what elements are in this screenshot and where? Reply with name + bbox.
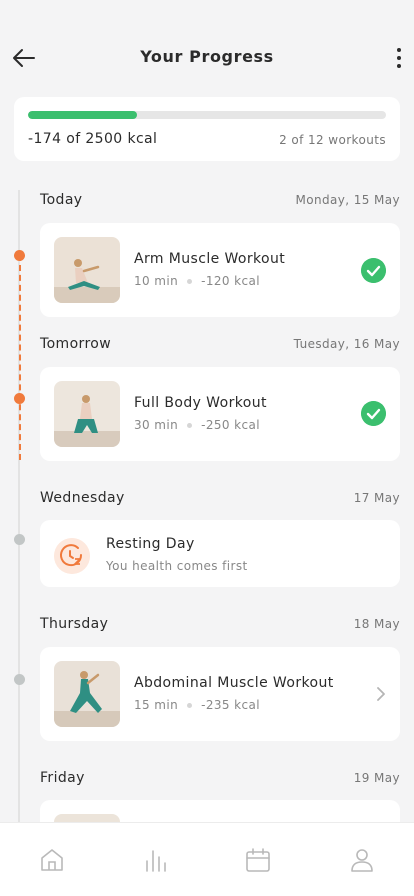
progress-bar xyxy=(28,111,386,119)
timeline-dot-completed xyxy=(14,393,25,404)
more-vertical-icon[interactable] xyxy=(394,44,404,72)
header: Your Progress xyxy=(0,0,414,96)
day-date: 19 May xyxy=(353,771,400,785)
calendar-icon[interactable] xyxy=(245,847,271,873)
workout-duration: 30 min xyxy=(134,418,179,432)
timeline-active-line xyxy=(19,255,21,460)
workout-title: Arm Muscle Workout xyxy=(134,251,286,267)
home-icon[interactable] xyxy=(39,847,65,873)
profile-icon[interactable] xyxy=(349,847,375,873)
day-name: Thursday xyxy=(40,616,109,632)
page-title: Your Progress xyxy=(140,47,274,66)
workouts-progress-text: 2 of 12 workouts xyxy=(279,133,386,147)
rest-subtitle: You health comes first xyxy=(106,559,248,573)
workout-title: Abdominal Muscle Workout xyxy=(134,675,334,691)
day-name: Today xyxy=(40,192,83,208)
day-date: Tuesday, 16 May xyxy=(293,337,400,351)
timeline-dot-pending xyxy=(14,674,25,685)
day-date: 17 May xyxy=(353,491,400,505)
workout-title: Full Body Workout xyxy=(134,395,267,411)
day-header-today: Today Monday, 15 May xyxy=(40,192,400,212)
workout-thumbnail xyxy=(54,661,120,727)
timeline-dot-completed xyxy=(14,250,25,261)
kcal-progress-text: -174 of 2500 kcal xyxy=(28,131,158,147)
rest-clock-icon xyxy=(54,538,90,574)
check-circle-icon xyxy=(361,401,386,426)
meta-separator xyxy=(187,278,193,284)
stats-icon[interactable] xyxy=(142,847,168,873)
day-header-tomorrow: Tomorrow Tuesday, 16 May xyxy=(40,336,400,356)
workout-kcal: -250 kcal xyxy=(201,418,261,432)
progress-bar-fill xyxy=(28,111,138,119)
day-name: Wednesday xyxy=(40,490,125,506)
workout-duration: 10 min xyxy=(134,274,179,288)
day-header-wednesday: Wednesday 17 May xyxy=(40,490,400,510)
workout-card[interactable]: Arm Muscle Workout 10 min -120 kcal xyxy=(40,223,400,317)
workout-card[interactable]: Full Body Workout 30 min -250 kcal xyxy=(40,367,400,461)
day-header-friday: Friday 19 May xyxy=(40,770,400,790)
workout-meta: 15 min -235 kcal xyxy=(134,698,260,712)
day-name: Friday xyxy=(40,770,85,786)
day-date: 18 May xyxy=(353,617,400,631)
meta-separator xyxy=(187,422,193,428)
workout-meta: 30 min -250 kcal xyxy=(134,418,260,432)
chevron-right-icon xyxy=(377,687,385,701)
timeline-dot-pending xyxy=(14,534,25,545)
workout-card[interactable]: Abdominal Muscle Workout 15 min -235 kca… xyxy=(40,647,400,741)
workout-duration: 15 min xyxy=(134,698,179,712)
day-name: Tomorrow xyxy=(40,336,112,352)
workout-thumbnail xyxy=(54,237,120,303)
day-date: Monday, 15 May xyxy=(295,193,400,207)
rest-title: Resting Day xyxy=(106,536,195,552)
meta-separator xyxy=(187,702,193,708)
check-circle-icon xyxy=(361,258,386,283)
workout-thumbnail xyxy=(54,381,120,447)
progress-summary-card: -174 of 2500 kcal 2 of 12 workouts xyxy=(14,97,400,161)
workout-meta: 10 min -120 kcal xyxy=(134,274,260,288)
rest-day-card[interactable]: Resting Day You health comes first xyxy=(40,520,400,587)
bottom-tab-bar xyxy=(0,822,414,896)
day-header-thursday: Thursday 18 May xyxy=(40,616,400,636)
workout-kcal: -235 kcal xyxy=(201,698,261,712)
workout-kcal: -120 kcal xyxy=(201,274,261,288)
